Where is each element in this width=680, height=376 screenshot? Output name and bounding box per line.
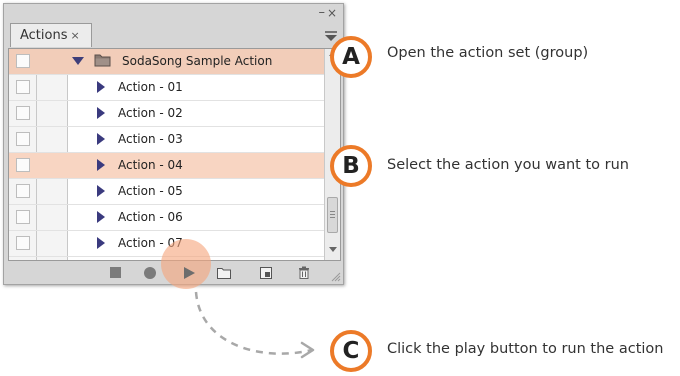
actions-list: SodaSong Sample Action Action - 01 Actio… xyxy=(8,48,341,261)
note-a: Open the action set (group) xyxy=(387,45,589,61)
action-label: Action - 06 xyxy=(118,210,183,224)
triangle-right-icon[interactable] xyxy=(97,107,105,119)
action-label: Action - 05 xyxy=(118,184,183,198)
action-set-label: SodaSong Sample Action xyxy=(122,54,273,68)
action-label: Action - 03 xyxy=(118,132,183,146)
toggle-checkbox[interactable] xyxy=(16,54,30,68)
toggle-checkbox[interactable] xyxy=(16,106,30,120)
resize-grip-icon[interactable] xyxy=(331,272,341,282)
minimize-icon[interactable]: – xyxy=(319,5,326,20)
action-label: Action - 02 xyxy=(118,106,183,120)
action-label: Action - 04 xyxy=(118,158,183,172)
triangle-right-icon[interactable] xyxy=(97,133,105,145)
toggle-checkbox[interactable] xyxy=(16,158,30,172)
triangle-right-icon[interactable] xyxy=(97,211,105,223)
action-row[interactable]: Action - 02 xyxy=(9,101,325,127)
action-set-row[interactable]: SodaSong Sample Action xyxy=(9,49,325,75)
toggle-checkbox[interactable] xyxy=(16,210,30,224)
scroll-thumb[interactable] xyxy=(327,197,338,233)
panel-titlebar: Actions × – × xyxy=(4,4,343,48)
close-icon[interactable]: × xyxy=(327,6,337,20)
play-highlight xyxy=(161,239,211,289)
new-action-icon[interactable] xyxy=(260,267,272,279)
play-icon[interactable] xyxy=(184,267,195,279)
trash-icon[interactable] xyxy=(298,266,310,279)
badge-a: A xyxy=(330,36,372,78)
triangle-down-icon[interactable] xyxy=(72,57,84,65)
triangle-right-icon[interactable] xyxy=(97,81,105,93)
tab-close-icon[interactable]: × xyxy=(71,29,80,42)
toggle-checkbox[interactable] xyxy=(16,80,30,94)
badge-c: C xyxy=(330,330,372,372)
triangle-right-icon[interactable] xyxy=(97,237,105,249)
tab-label: Actions xyxy=(20,28,68,43)
action-row[interactable]: Action - 01 xyxy=(9,75,325,101)
toggle-checkbox[interactable] xyxy=(16,184,30,198)
action-row[interactable]: Action - 03 xyxy=(9,127,325,153)
action-row[interactable]: Action - 05 xyxy=(9,179,325,205)
new-set-icon[interactable] xyxy=(217,267,231,279)
toggle-checkbox[interactable] xyxy=(16,132,30,146)
folder-icon xyxy=(94,54,111,67)
triangle-right-icon[interactable] xyxy=(97,185,105,197)
toggle-checkbox[interactable] xyxy=(16,236,30,250)
note-c: Click the play button to run the action xyxy=(387,341,664,357)
tab-actions[interactable]: Actions × xyxy=(10,23,92,47)
badge-b: B xyxy=(330,145,372,187)
stop-icon[interactable] xyxy=(110,267,121,278)
note-b: Select the action you want to run xyxy=(387,157,629,173)
action-row[interactable]: Action - 06 xyxy=(9,205,325,231)
record-icon[interactable] xyxy=(144,267,156,279)
triangle-right-icon[interactable] xyxy=(97,159,105,171)
action-row-selected[interactable]: Action - 04 xyxy=(9,153,325,179)
action-label: Action - 01 xyxy=(118,80,183,94)
scroll-down-icon[interactable] xyxy=(329,247,337,252)
